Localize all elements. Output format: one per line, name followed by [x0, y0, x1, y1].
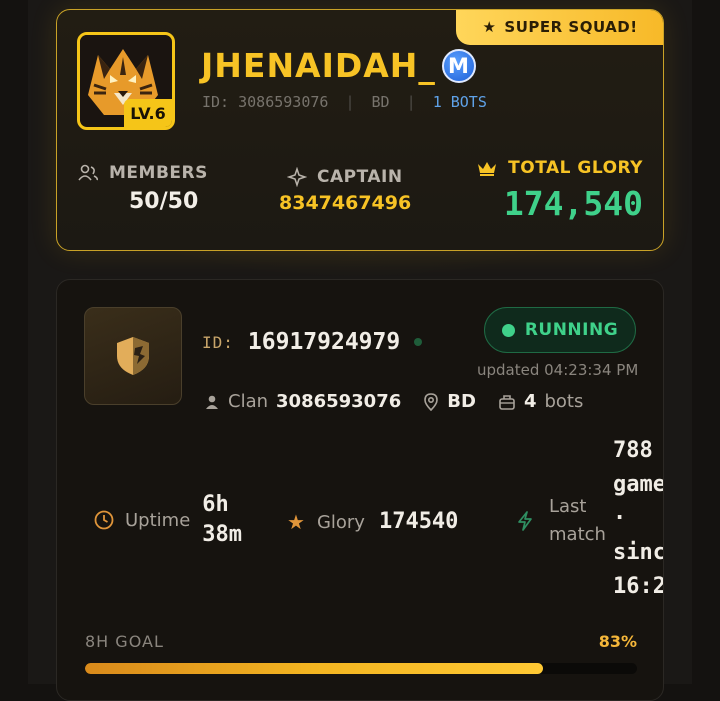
- clan-id-label: ID:: [202, 93, 230, 111]
- server-id: 16917924979: [247, 329, 401, 355]
- server-id-row: ID: 16917924979: [202, 329, 423, 355]
- server-id-label: ID:: [202, 332, 234, 352]
- goal-progress-bar: [85, 663, 637, 674]
- total-glory-stat: TOTAL GLORY 174,540: [476, 158, 643, 223]
- clan-name-text: JHENAIDAH_: [201, 46, 436, 85]
- star-icon: ★: [482, 18, 497, 36]
- uptime-value-hours: 6h: [202, 492, 229, 517]
- goal-percent: 83%: [598, 632, 637, 651]
- divider: |: [345, 93, 355, 111]
- clan-info-value: 3086593076: [276, 391, 402, 412]
- status-text: RUNNING: [524, 320, 619, 340]
- uptime-label: Uptime: [125, 509, 191, 531]
- clan-name: JHENAIDAH_ M: [201, 46, 476, 85]
- server-card[interactable]: ID: 16917924979 RUNNING updated 04:23:34…: [56, 279, 664, 701]
- total-glory-value: 174,540: [503, 184, 643, 223]
- super-squad-badge: ★ SUPER SQUAD!: [456, 10, 663, 45]
- clan-bots-link[interactable]: 1 BOTS: [433, 93, 487, 111]
- glory-metric: ★ Glory 174540: [287, 507, 458, 537]
- divider: |: [406, 93, 416, 111]
- super-squad-label: SUPER SQUAD!: [504, 18, 638, 36]
- bots-label: bots: [544, 391, 584, 412]
- location-pin-icon: [424, 392, 439, 411]
- level-badge: LV.6: [124, 99, 172, 127]
- crown-icon: [478, 162, 497, 176]
- clan-avatar[interactable]: LV.6: [77, 32, 175, 130]
- clan-meta: ID: 3086593076 | BD | 1 BOTS: [202, 93, 487, 111]
- members-label: MEMBERS: [109, 163, 208, 183]
- updated-time: updated 04:23:34 PM: [477, 361, 639, 379]
- bots-count: 4: [523, 391, 537, 412]
- clan-info: Clan 3086593076: [204, 391, 401, 412]
- person-icon: [206, 395, 218, 409]
- members-stat: MEMBERS 50/50: [77, 163, 208, 214]
- clan-info-label: Clan: [228, 391, 269, 412]
- goal-label: 8H GOAL: [85, 632, 164, 651]
- clan-card[interactable]: ★ SUPER SQUAD! LV.6 JHENAIDAH_ M ID: 308…: [56, 9, 664, 251]
- uptime-value-minutes: 38m: [202, 522, 243, 547]
- last-label-line1: Last: [549, 496, 587, 517]
- clock-icon: [94, 510, 114, 530]
- clan-id: 3086593076: [238, 93, 329, 111]
- members-value: 50/50: [129, 189, 199, 214]
- last-label-line2: match: [549, 524, 606, 545]
- glory-value: 174540: [378, 509, 459, 534]
- server-emblem: [84, 307, 182, 405]
- goal-progress-fill: [85, 663, 544, 674]
- captain-label: CAPTAIN: [317, 167, 403, 187]
- total-glory-label: TOTAL GLORY: [508, 158, 643, 178]
- status-badge[interactable]: RUNNING: [484, 307, 636, 353]
- status-dot: [414, 338, 423, 346]
- bots-info: 4 bots: [498, 391, 583, 412]
- captain-stat: CAPTAIN 8347467496: [279, 167, 411, 214]
- uptime-metric: Uptime 6h 38m: [93, 490, 242, 550]
- last-match-metric: Last match: [515, 493, 606, 549]
- server-info-row: Clan 3086593076 BD 4 bots: [204, 391, 605, 412]
- running-dot-icon: [501, 323, 515, 337]
- sparkle-icon: [287, 167, 307, 187]
- star-icon: ★: [287, 510, 305, 534]
- clan-region: BD: [371, 93, 390, 111]
- lightning-icon: [518, 511, 532, 531]
- verified-m-icon: M: [441, 48, 476, 83]
- region-info: BD: [423, 391, 476, 412]
- shield-icon: [117, 337, 149, 375]
- games-since-value: 788 game · sinc 16:2: [613, 438, 664, 599]
- glory-label: Glory: [316, 511, 365, 533]
- captain-value[interactable]: 8347467496: [279, 192, 411, 214]
- region-value: BD: [447, 391, 476, 412]
- bag-icon: [499, 394, 515, 410]
- members-icon: [78, 164, 98, 181]
